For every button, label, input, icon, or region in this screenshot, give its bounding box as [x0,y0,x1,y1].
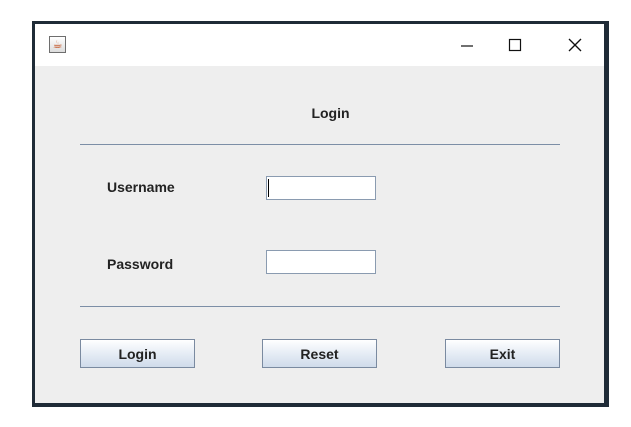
exit-button[interactable]: Exit [445,339,560,368]
text-caret [268,179,269,197]
top-separator [80,144,560,145]
maximize-icon [508,38,522,52]
password-label: Password [107,256,174,272]
login-button[interactable]: Login [80,339,195,368]
reset-button[interactable]: Reset [262,339,377,368]
minimize-button[interactable] [444,24,490,66]
close-icon [568,38,582,52]
minimize-icon [461,45,473,47]
maximize-button[interactable] [492,24,538,66]
form-title: Login [311,105,350,121]
bottom-separator [80,306,560,307]
password-input[interactable] [266,250,376,274]
close-button[interactable] [552,24,598,66]
username-input[interactable] [266,176,376,200]
username-label: Username [107,179,175,195]
java-app-icon: ☕ [49,36,66,53]
title-bar[interactable]: ☕ [35,24,604,66]
form-panel: Login Username Password Login Reset Exit [35,66,604,403]
login-window: ☕ Login Username Password Login Reset Ex… [32,21,609,407]
